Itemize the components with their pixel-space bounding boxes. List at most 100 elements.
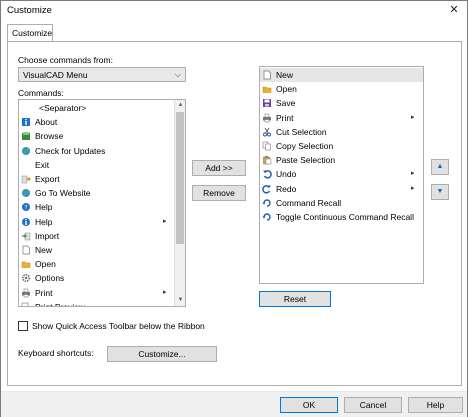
remove-button[interactable]: Remove (192, 185, 246, 201)
about-icon (22, 118, 30, 127)
export-icon (21, 175, 31, 184)
list-item[interactable]: Paste Selection (260, 153, 423, 167)
toolbar-commands-list[interactable]: New Open Save Print ▸ Cut Selection Copy Selec… (259, 66, 424, 284)
new-document-icon (22, 245, 30, 255)
globe-icon (22, 189, 30, 198)
list-item-label: Command Recall (276, 197, 342, 208)
recall-icon (262, 199, 271, 207)
customize-dialog: Customize ✕ Customize Choose commands fr… (0, 0, 468, 417)
list-item[interactable]: Import (19, 229, 175, 243)
add-button[interactable]: Add >> (192, 160, 246, 176)
list-item[interactable]: Print ▸ (19, 286, 175, 300)
undo-icon (263, 170, 272, 179)
submenu-arrow-icon: ▸ (411, 184, 415, 192)
commands-scrollbar[interactable]: ▲ ▼ (174, 100, 185, 306)
printer-icon (263, 113, 271, 122)
list-item[interactable]: Toggle Continuous Command Recall (260, 210, 423, 224)
list-item-label: Help (35, 202, 53, 213)
commands-label: Commands: (18, 88, 64, 98)
help-button[interactable]: Help (408, 397, 463, 413)
list-item-label: Browse (35, 131, 64, 142)
list-item-label: Cut Selection (276, 126, 327, 137)
redo-icon (262, 184, 271, 194)
keyboard-shortcuts-label: Keyboard shortcuts: (18, 348, 94, 358)
qat-below-ribbon-checkbox[interactable] (18, 321, 28, 331)
list-item-label: Help (35, 216, 53, 227)
list-item[interactable]: ? Help (19, 200, 175, 214)
paste-icon (263, 156, 272, 165)
list-item[interactable]: Export (19, 172, 175, 186)
list-item-label: Open (276, 84, 297, 95)
import-icon (22, 232, 31, 241)
choose-commands-label: Choose commands from: (18, 55, 113, 65)
list-item-label: Undo (276, 169, 297, 180)
submenu-arrow-icon: ▸ (411, 170, 415, 178)
list-item[interactable]: <Separator> (19, 101, 175, 115)
commands-source-value: VisualCAD Menu (23, 70, 88, 80)
copy-icon (262, 141, 271, 151)
list-item[interactable]: Check for Updates (19, 144, 175, 158)
commands-source-dropdown[interactable]: VisualCAD Menu ⌵ (18, 67, 186, 82)
ok-button[interactable]: OK (280, 397, 338, 413)
list-item-label: New (35, 245, 53, 255)
list-item-label: Print (276, 112, 294, 123)
info-icon (22, 217, 30, 226)
cancel-button[interactable]: Cancel (344, 397, 402, 413)
list-item[interactable]: Undo ▸ (260, 167, 423, 181)
list-item[interactable]: Open (19, 257, 175, 271)
list-item[interactable]: New (19, 243, 175, 257)
save-icon (263, 99, 271, 108)
list-item[interactable]: Print Preview (19, 300, 175, 307)
commands-list[interactable]: ▲ ▼ <Separator> About Browse Check for Upda… (18, 99, 186, 307)
list-item[interactable]: Cut Selection (260, 125, 423, 139)
new-document-icon (263, 70, 271, 80)
list-item[interactable]: Save (260, 96, 423, 110)
scroll-thumb[interactable] (176, 112, 184, 244)
scissors-icon (263, 127, 271, 137)
reset-button[interactable]: Reset (259, 291, 331, 307)
open-folder-icon (262, 86, 272, 93)
list-item-label: Print (35, 287, 53, 298)
submenu-arrow-icon: ▸ (411, 113, 415, 121)
list-item[interactable]: Options (19, 271, 175, 285)
list-item-label: Go To Website (35, 188, 91, 199)
move-down-button[interactable]: ▼ (431, 184, 449, 200)
list-item-label: Print Preview (35, 301, 86, 307)
close-icon[interactable]: ✕ (447, 3, 461, 17)
submenu-arrow-icon: ▸ (163, 217, 167, 225)
svg-text:?: ? (24, 204, 27, 212)
customize-shortcuts-button[interactable]: Customize... (107, 346, 217, 362)
scroll-up-icon[interactable]: ▲ (175, 100, 185, 111)
list-item[interactable]: Print ▸ (260, 111, 423, 125)
list-item-label: Toggle Continuous Command Recall (276, 212, 414, 222)
list-item-label: About (35, 117, 58, 128)
globe-icon (22, 146, 30, 155)
tab-customize[interactable]: Customize (7, 24, 53, 42)
list-item[interactable]: Redo ▸ (260, 182, 423, 196)
window-title: Customize (7, 5, 52, 16)
dialog-footer: OK Cancel Help (1, 391, 467, 417)
chevron-down-icon: ⌵ (174, 70, 181, 79)
scroll-down-icon[interactable]: ▼ (175, 295, 185, 306)
list-item[interactable]: Go To Website (19, 186, 175, 200)
list-item[interactable]: Browse (19, 129, 175, 143)
submenu-arrow-icon: ▸ (163, 288, 167, 296)
move-up-button[interactable]: ▲ (431, 159, 449, 175)
list-item-label: Exit (35, 159, 50, 170)
list-item-label: Import (35, 230, 60, 241)
printer-icon (22, 288, 30, 297)
list-item-label: Export (35, 174, 60, 184)
title-bar: Customize ✕ (1, 1, 467, 21)
list-item[interactable]: About (19, 115, 175, 129)
list-item[interactable]: Exit (19, 158, 175, 172)
list-item-label: Save (276, 98, 296, 109)
list-item[interactable]: Command Recall (260, 196, 423, 210)
arrow-down-icon: ▼ (436, 188, 444, 195)
list-item[interactable]: Open (260, 82, 423, 96)
list-item-label: Open (35, 259, 56, 270)
list-item-label: Copy Selection (276, 141, 334, 151)
list-item[interactable]: Help ▸ (19, 215, 175, 229)
list-item-label: Check for Updates (35, 145, 106, 156)
list-item[interactable]: Copy Selection (260, 139, 423, 153)
list-item[interactable]: New (260, 68, 423, 82)
